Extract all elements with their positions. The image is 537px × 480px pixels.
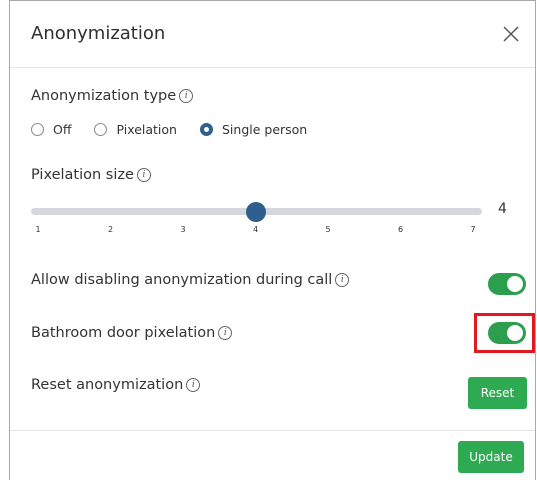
pixelation-size-value: 4	[498, 201, 507, 217]
allow-disabling-label: Allow disabling anonymization during cal…	[31, 272, 350, 288]
slider-tick-label: 6	[397, 225, 404, 234]
anonymization-type-text: Anonymization type	[31, 88, 177, 104]
anonymization-dialog: Anonymization Anonymization type i Off P…	[9, 0, 536, 480]
dialog-title: Anonymization	[31, 23, 166, 44]
info-icon[interactable]: i	[335, 273, 350, 287]
bathroom-door-text: Bathroom door pixelation	[31, 325, 216, 341]
reset-anonymization-text: Reset anonymization	[31, 377, 184, 393]
pixelation-size-text: Pixelation size	[31, 167, 134, 183]
allow-disabling-toggle[interactable]	[488, 273, 526, 295]
radio-pixelation[interactable]: Pixelation	[94, 122, 177, 137]
slider-handle[interactable]	[245, 202, 266, 222]
slider-tick-label: 3	[180, 225, 186, 234]
reset-anonymization-label: Reset anonymization i	[31, 377, 201, 393]
radio-pixelation-indicator[interactable]	[94, 123, 108, 136]
info-icon[interactable]: i	[186, 378, 201, 392]
highlight-box	[474, 313, 535, 353]
slider-tick-label: 7	[470, 225, 476, 234]
radio-single-person-label: Single person	[221, 122, 308, 137]
radio-off-indicator[interactable]	[31, 123, 44, 136]
radio-pixelation-label: Pixelation	[116, 122, 177, 137]
radio-off-label: Off	[53, 122, 72, 137]
radio-single-person-indicator[interactable]	[199, 123, 213, 136]
slider-tick-label: 1	[35, 225, 41, 234]
pixelation-size-label: Pixelation size i	[31, 167, 151, 183]
reset-button[interactable]: Reset	[468, 377, 527, 409]
dialog-header: Anonymization	[10, 0, 535, 68]
anonymization-type-radio-group: Off Pixelation Single person	[31, 122, 330, 137]
info-icon[interactable]: i	[179, 89, 194, 103]
slider-tick-label: 2	[107, 225, 114, 234]
close-icon[interactable]	[501, 24, 521, 44]
slider-tick-label: 5	[325, 225, 331, 234]
slider-tick-label: 4	[252, 225, 259, 234]
radio-single-person[interactable]: Single person	[199, 122, 308, 137]
bathroom-door-label: Bathroom door pixelation i	[31, 325, 233, 341]
anonymization-type-label: Anonymization type i	[31, 88, 194, 104]
radio-off[interactable]: Off	[31, 122, 71, 137]
info-icon[interactable]: i	[136, 168, 151, 182]
info-icon[interactable]: i	[218, 326, 233, 340]
allow-disabling-text: Allow disabling anonymization during cal…	[31, 272, 333, 288]
update-button[interactable]: Update	[458, 441, 524, 473]
footer-divider	[10, 430, 535, 431]
